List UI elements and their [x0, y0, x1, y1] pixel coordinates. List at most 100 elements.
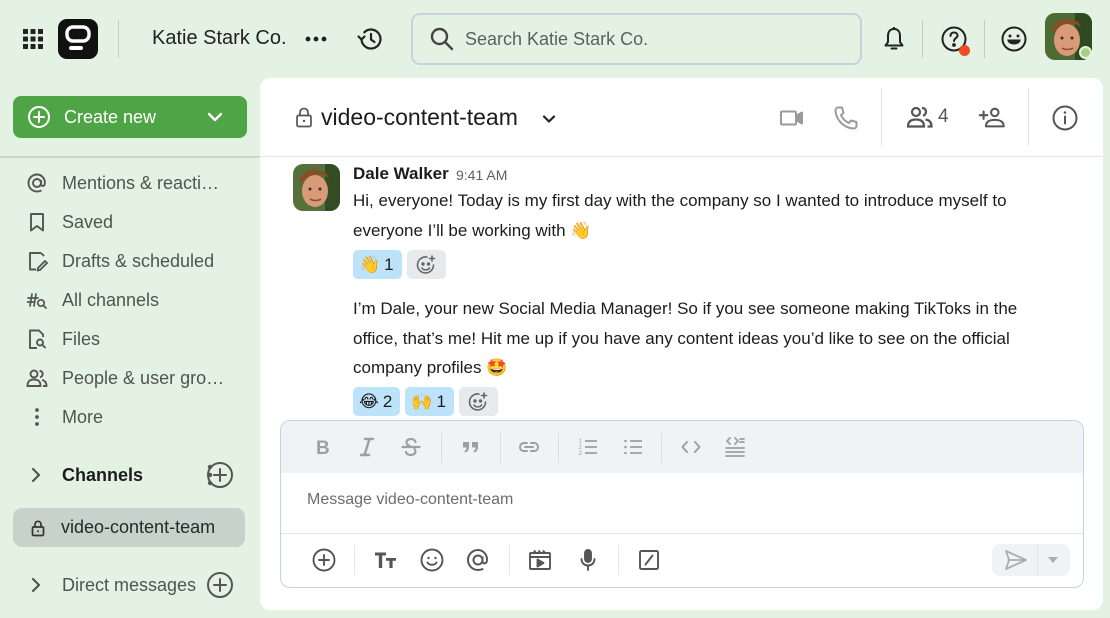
sidebar-channel-video-content-team[interactable]: video-content-team	[13, 508, 245, 547]
search-icon	[430, 27, 454, 51]
divider	[558, 433, 559, 463]
more-vertical-icon	[35, 408, 39, 426]
send-button-group	[992, 544, 1070, 576]
add-reaction-button[interactable]	[406, 250, 446, 279]
reaction-wave[interactable]: 👋 1	[353, 250, 402, 279]
divider	[1028, 88, 1029, 146]
create-new-button[interactable]: Create new	[13, 96, 247, 138]
sidebar-item-saved[interactable]: Saved	[26, 208, 246, 236]
bookmark-icon	[30, 213, 44, 232]
video-call-icon[interactable]	[778, 104, 806, 132]
add-direct-message-icon[interactable]	[206, 571, 234, 599]
sidebar-item-label: All channels	[62, 289, 160, 310]
send-options-icon[interactable]	[1046, 554, 1060, 566]
reaction-emoji: 🙌	[411, 391, 433, 411]
more-horizontal-icon[interactable]	[304, 29, 328, 49]
chevron-down-icon[interactable]	[205, 107, 225, 127]
slash-command-icon[interactable]	[636, 547, 662, 573]
apps-grid-icon[interactable]	[22, 28, 44, 50]
sidebar-item-all-channels[interactable]: All channels	[26, 286, 246, 314]
sidebar-divider	[0, 156, 260, 158]
add-member-icon[interactable]	[978, 104, 1006, 132]
bulleted-list-icon[interactable]	[621, 435, 645, 459]
message-text: I’m Dale, your new Social Media Manager!…	[353, 294, 1073, 383]
chevron-right-icon[interactable]	[26, 465, 46, 485]
emoji-icon[interactable]	[419, 547, 445, 573]
sidebar-item-files[interactable]: Files	[26, 325, 246, 353]
message-input[interactable]	[307, 491, 1047, 509]
message-author[interactable]: Dale Walker	[353, 164, 449, 184]
chevron-down-icon[interactable]	[540, 110, 558, 128]
message-author-avatar[interactable]	[293, 164, 340, 211]
direct-messages-title[interactable]: Direct messages	[62, 575, 196, 596]
quote-icon[interactable]	[459, 435, 483, 459]
search-bar[interactable]	[411, 13, 862, 65]
channel-name[interactable]: video-content-team	[321, 104, 518, 131]
bell-icon[interactable]	[880, 25, 908, 53]
microphone-icon[interactable]	[575, 547, 601, 573]
lock-icon	[296, 107, 312, 128]
message-text: Hi, everyone! Today is my first day with…	[353, 186, 1073, 245]
message-timestamp[interactable]: 9:41 AM	[456, 167, 507, 183]
at-icon	[27, 173, 46, 193]
workspace-name[interactable]: Katie Stark Co.	[152, 27, 287, 50]
channel-label: video-content-team	[61, 517, 216, 537]
code-block-icon[interactable]	[723, 435, 747, 459]
reaction-count: 2	[382, 391, 393, 411]
mention-icon[interactable]	[465, 547, 491, 573]
message-line: everyone I’ll be working with 👋	[353, 220, 592, 240]
channels-section-header: Channels	[26, 459, 246, 491]
sidebar-item-label: Drafts & scheduled	[62, 250, 215, 271]
sidebar-item-label: People & user gro…	[62, 367, 225, 388]
members-icon	[906, 106, 933, 128]
divider	[984, 20, 985, 58]
italic-icon[interactable]	[355, 435, 379, 459]
message-line: office, that’s me! Hit me up if you have…	[353, 328, 1010, 348]
add-channel-icon[interactable]	[206, 461, 234, 489]
emoji-status-icon[interactable]	[1000, 25, 1028, 53]
sidebar-item-mentions[interactable]: Mentions & reacti…	[26, 169, 246, 197]
phone-icon[interactable]	[832, 104, 860, 132]
info-icon[interactable]	[1051, 104, 1079, 132]
sidebar-item-drafts[interactable]: Drafts & scheduled	[26, 247, 246, 275]
message-line: company profiles 🤩	[353, 358, 508, 377]
chevron-right-icon[interactable]	[26, 575, 46, 595]
history-icon[interactable]	[356, 25, 384, 53]
sidebar-item-more[interactable]: More	[26, 403, 246, 431]
code-icon[interactable]	[679, 435, 703, 459]
channel-view: video-content-team 4 Dale Walker 9:41 AM…	[260, 78, 1103, 610]
ordered-list-icon[interactable]: 1 2 3	[576, 435, 600, 459]
app-logo[interactable]	[58, 19, 98, 59]
add-attachment-icon[interactable]	[311, 547, 337, 573]
svg-text:B: B	[316, 438, 330, 459]
divider	[500, 433, 501, 463]
add-reaction-button[interactable]	[458, 387, 498, 416]
message-line: Hi, everyone! Today is my first day with…	[353, 191, 1007, 210]
divider	[509, 545, 510, 575]
members-button[interactable]: 4	[904, 102, 964, 134]
search-input[interactable]	[465, 28, 845, 50]
video-clip-icon[interactable]	[527, 547, 553, 573]
direct-messages-section-header: Direct messages	[26, 569, 246, 601]
text-formatting-icon[interactable]	[373, 547, 399, 573]
channel-search-icon	[26, 293, 47, 309]
reaction-count: 1	[384, 254, 394, 274]
create-new-label: Create new	[64, 106, 157, 127]
strikethrough-icon[interactable]	[399, 435, 423, 459]
sidebar-item-people[interactable]: People & user gro…	[26, 364, 246, 392]
drafts-icon	[29, 252, 48, 272]
divider	[441, 433, 442, 463]
top-bar: Katie Stark Co.	[0, 0, 1110, 78]
divider	[922, 20, 923, 58]
sidebar-item-label: Saved	[62, 211, 114, 232]
member-count: 4	[938, 106, 949, 127]
reaction-joy[interactable]: 😂 2	[353, 387, 401, 416]
add-reaction-icon	[416, 254, 436, 274]
channels-section-title[interactable]: Channels	[62, 465, 143, 486]
message-composer: B 1 2 3	[280, 420, 1084, 588]
bold-icon[interactable]: B	[311, 435, 335, 459]
send-icon[interactable]	[1004, 549, 1028, 571]
reaction-emoji: 👋	[359, 254, 381, 274]
reaction-raised-hands[interactable]: 🙌 1	[405, 387, 454, 416]
link-icon[interactable]	[517, 435, 541, 459]
